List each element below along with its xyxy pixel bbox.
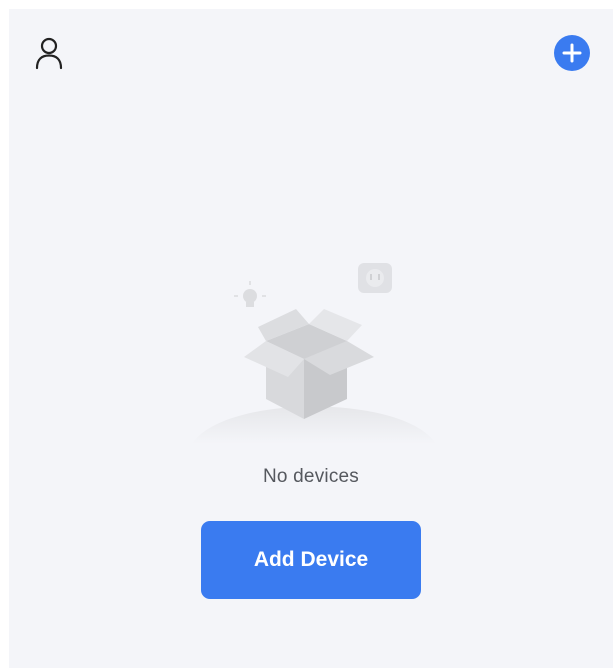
empty-state-message: No devices [263,466,359,487]
bulb-icon [234,281,266,307]
profile-button[interactable] [31,33,67,73]
add-button[interactable] [554,35,590,71]
empty-box-illustration [192,263,436,444]
user-icon [35,37,63,70]
socket-icon [358,263,392,293]
plus-icon [562,43,582,63]
add-device-button[interactable]: Add Device [201,521,421,599]
home-screen: No devices Add Device [9,9,613,668]
box-icon [244,309,374,419]
